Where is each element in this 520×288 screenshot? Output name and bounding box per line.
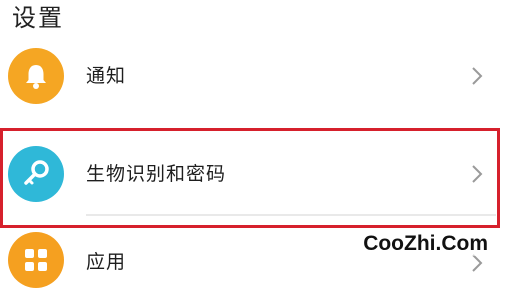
settings-item-label: 通知 [86, 65, 127, 87]
bell-icon [26, 65, 46, 89]
settings-item-notifications[interactable]: 通知 [0, 38, 520, 114]
watermark: CooZhi.Com [361, 232, 490, 256]
page-title: 设置 [12, 4, 64, 32]
grid-apps-icon [25, 249, 47, 271]
highlight-annotation-box [0, 128, 500, 228]
bell-icon-badge [8, 48, 64, 104]
chevron-right-icon [472, 67, 483, 85]
grid-apps-icon-badge [8, 232, 64, 288]
settings-item-label: 应用 [86, 251, 127, 273]
